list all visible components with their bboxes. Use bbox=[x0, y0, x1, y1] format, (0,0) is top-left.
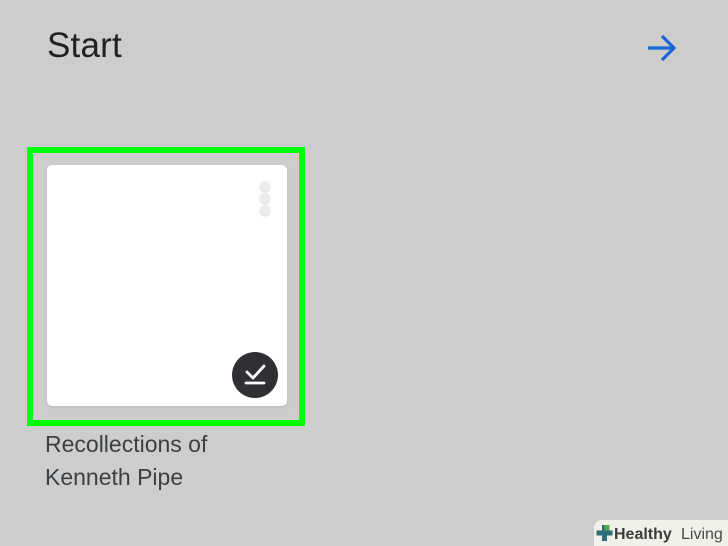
more-vert-dot bbox=[260, 205, 270, 215]
watermark-secondary: Living bbox=[681, 526, 723, 543]
more-vert-icon bbox=[260, 181, 270, 191]
watermark: Healthy Living bbox=[594, 520, 728, 546]
offline-available-icon bbox=[244, 364, 266, 385]
document-title[interactable]: Recollections of Kenneth Pipe bbox=[45, 428, 285, 494]
document-card[interactable] bbox=[47, 165, 287, 406]
cross-logo-icon bbox=[596, 525, 613, 541]
arrow-right-icon bbox=[648, 34, 677, 62]
page-title: Start bbox=[47, 26, 122, 65]
offline-available-badge bbox=[232, 352, 278, 398]
more-vert-dot bbox=[260, 193, 270, 203]
document-menu-button[interactable] bbox=[253, 179, 277, 219]
forward-arrow-button[interactable] bbox=[641, 30, 681, 66]
watermark-primary: Healthy bbox=[614, 526, 672, 543]
